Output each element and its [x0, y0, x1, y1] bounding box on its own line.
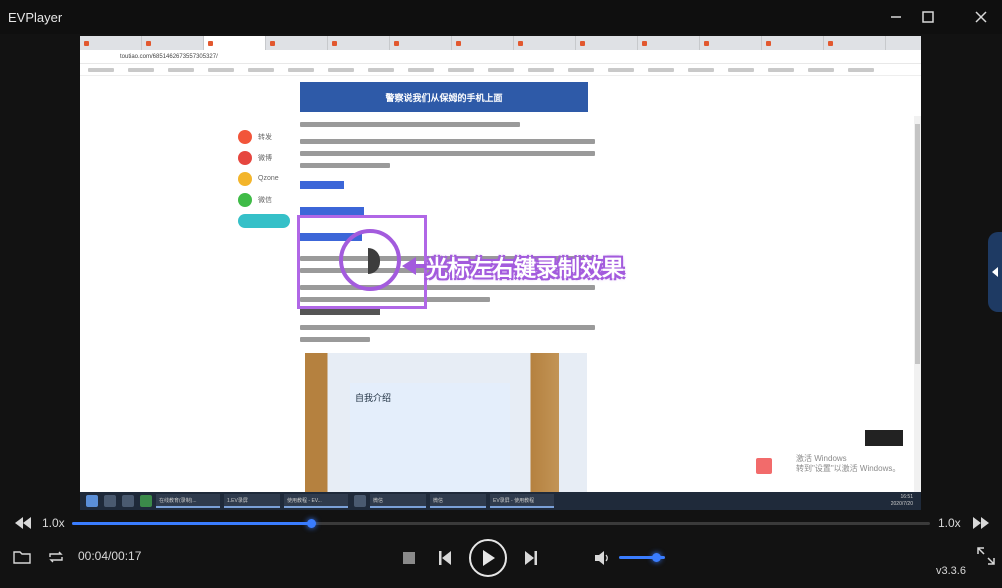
windows-taskbar: 在线教育(录制)... 1.EV录屏 使用教程 - EV... 微信 微信 EV…: [80, 492, 921, 510]
browser-tab: [80, 36, 142, 50]
browser-tab: [452, 36, 514, 50]
browser-tab: [390, 36, 452, 50]
taskbar-item: 1.EV录屏: [224, 494, 280, 508]
window-title: EVPlayer: [8, 9, 63, 25]
browser-tab: [638, 36, 700, 50]
volume-knob[interactable]: [652, 553, 661, 562]
share-sidebar: 转发 微博 Qzone 微信: [238, 126, 298, 228]
fast-forward-icon: [973, 517, 989, 529]
play-button[interactable]: [469, 539, 507, 577]
web-page: 警察说我们从保姆的手机上面 转发 微博 Qzone 微信 自我介绍 激活 Win…: [80, 76, 921, 510]
browser-tab: [700, 36, 762, 50]
fullscreen-icon: [977, 547, 995, 565]
playback-time: 00:04/00:17: [78, 549, 142, 563]
taskbar-item: EV录屏 - 使用教程: [490, 494, 554, 508]
browser-tab: [762, 36, 824, 50]
chrome-icon: [140, 495, 152, 507]
browser-tab: [204, 36, 266, 50]
chevron-left-icon: [992, 267, 998, 277]
loop-icon: [49, 551, 63, 563]
folder-icon: [13, 551, 31, 564]
close-icon: [975, 11, 987, 23]
taskbar-clock: 16:51 2020/7/20: [890, 494, 913, 507]
app-icon: [354, 495, 366, 507]
skip-back-icon: [439, 551, 451, 565]
address-bar: toutiao.com/6851462673557305327/: [80, 50, 921, 64]
rewind-icon: [15, 517, 31, 529]
evplayer-app: EVPlayer toutiao.com/6851462673557305327…: [0, 0, 1002, 588]
minimize-button[interactable]: [881, 0, 911, 34]
bookmarks-bar: [80, 64, 921, 76]
taskbar-item: 在线教育(录制)...: [156, 494, 220, 508]
video-frame[interactable]: toutiao.com/6851462673557305327/ 警察说我们从保…: [80, 36, 921, 510]
share-item-weibo: 微博: [238, 147, 298, 168]
share-button: [238, 214, 290, 228]
share-item-forward: 转发: [238, 126, 298, 147]
play-icon: [483, 550, 495, 566]
stop-button[interactable]: [398, 547, 420, 569]
share-item-wechat: 微信: [238, 189, 298, 210]
title-bar: EVPlayer: [0, 0, 1002, 34]
fullscreen-button[interactable]: [974, 544, 998, 568]
progress-knob[interactable]: [307, 519, 316, 528]
speed-right-label[interactable]: 1.0x: [938, 516, 961, 530]
taskbar-item: 微信: [430, 494, 486, 508]
thumbnail-preview: [865, 430, 903, 446]
browser-tab: [142, 36, 204, 50]
page-scroll-thumb: [915, 124, 920, 364]
rewind-button[interactable]: [12, 512, 34, 534]
photo-caption: 自我介绍: [355, 393, 392, 403]
volume-button[interactable]: [591, 547, 613, 569]
side-panel-toggle[interactable]: [988, 232, 1002, 312]
back-to-top-button: [756, 458, 772, 474]
article-photo: 自我介绍: [305, 353, 587, 493]
taskbar-item: 微信: [370, 494, 426, 508]
next-button[interactable]: [520, 547, 542, 569]
activation-watermark: 激活 Windows 转到"设置"以激活 Windows。: [796, 454, 901, 473]
close-button[interactable]: [966, 0, 996, 34]
annotation-text: 光标左右键录制效果: [426, 256, 625, 281]
taskbar-item: 使用教程 - EV...: [284, 494, 348, 508]
previous-button[interactable]: [434, 547, 456, 569]
browser-tab: [328, 36, 390, 50]
loop-button[interactable]: [45, 546, 67, 568]
news-banner: 警察说我们从保姆的手机上面: [300, 82, 588, 112]
version-label: v3.3.6: [936, 565, 966, 577]
browser-tab: [514, 36, 576, 50]
address-url: toutiao.com/6851462673557305327/: [120, 53, 218, 60]
browser-tab: [576, 36, 638, 50]
start-icon: [86, 495, 98, 507]
speed-left-label[interactable]: 1.0x: [42, 516, 65, 530]
share-item-qzone: Qzone: [238, 168, 298, 189]
taskview-icon: [122, 495, 134, 507]
maximize-icon: [922, 11, 934, 23]
browser-tab: [824, 36, 886, 50]
search-icon: [104, 495, 116, 507]
annotation-arrow-head: [402, 257, 416, 275]
fast-forward-button[interactable]: [970, 512, 992, 534]
skip-forward-icon: [525, 551, 537, 565]
progress-fill: [72, 522, 311, 525]
maximize-button[interactable]: [913, 0, 943, 34]
browser-tabs: [80, 36, 921, 50]
stop-icon: [403, 552, 415, 564]
open-folder-button[interactable]: [11, 546, 33, 568]
volume-icon: [595, 551, 608, 565]
minimize-icon: [891, 16, 901, 18]
browser-tab: [266, 36, 328, 50]
